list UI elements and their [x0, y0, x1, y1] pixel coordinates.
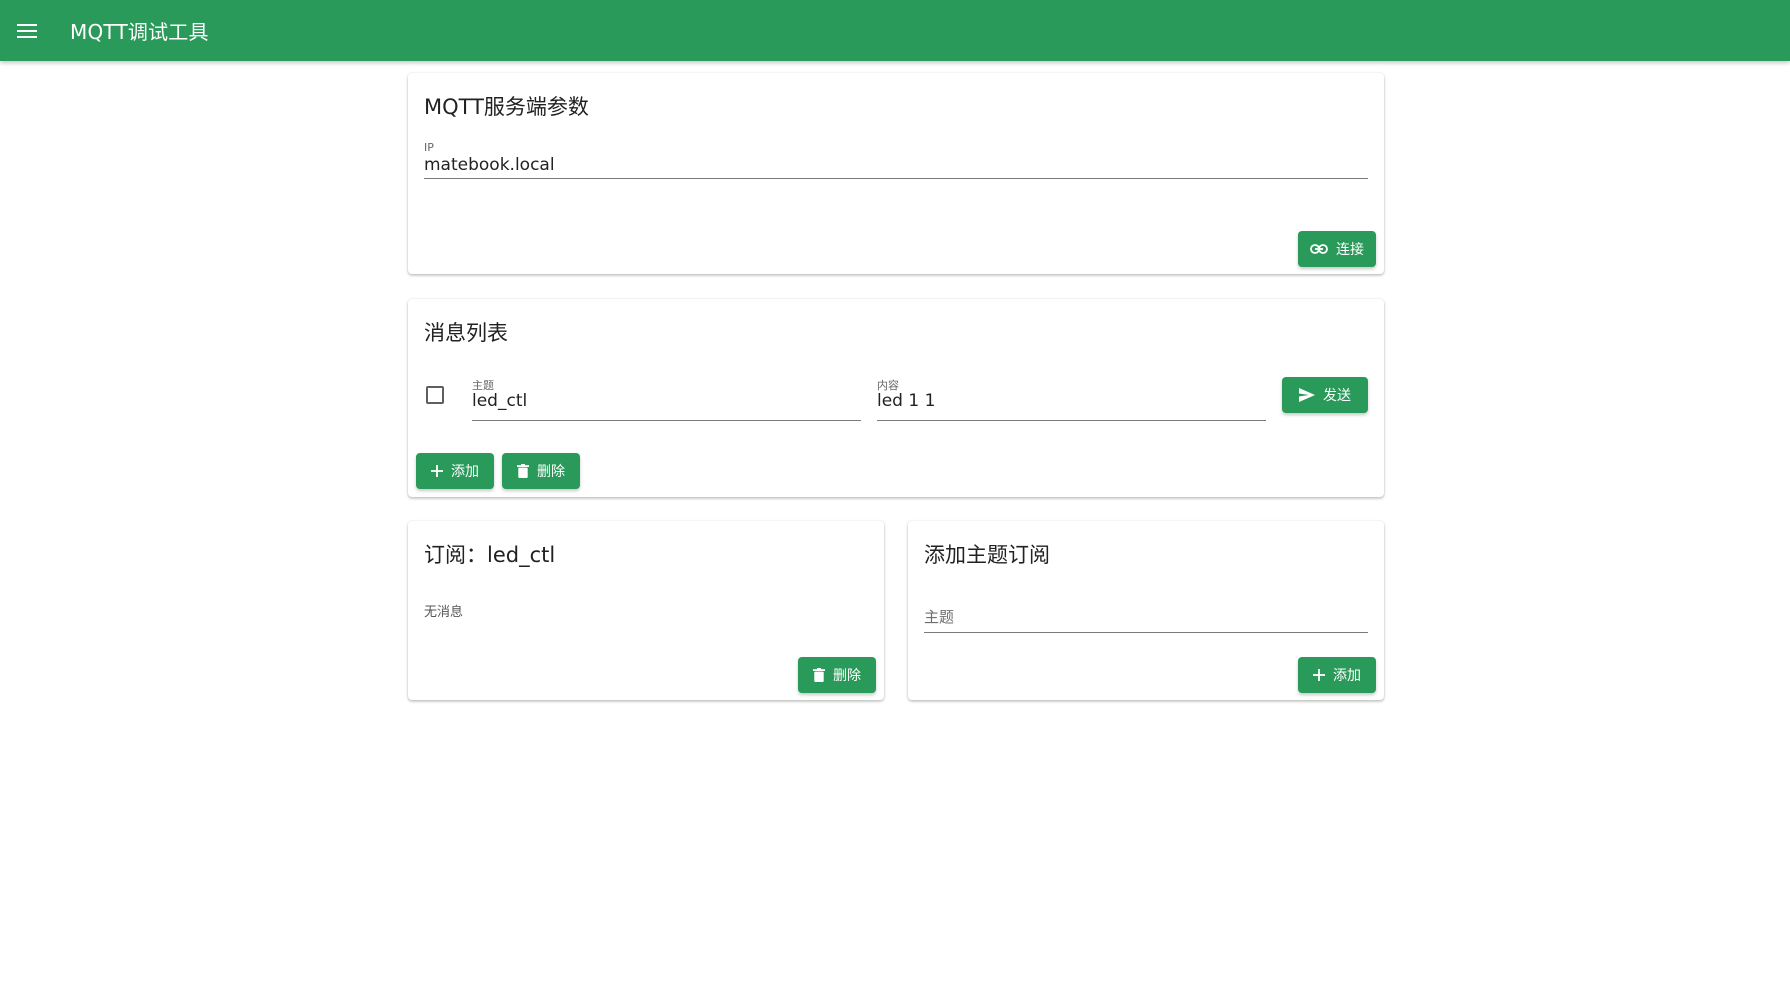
send-button[interactable]: 发送 — [1282, 377, 1368, 413]
message-list-title: 消息列表 — [424, 321, 508, 345]
subscription-card: 订阅：led_ctl 无消息 删除 — [408, 521, 884, 700]
message-row: 主题 led_ctl 内容 led 1 1 发送 — [408, 377, 1384, 421]
ip-label: IP — [424, 141, 434, 154]
plus-icon — [431, 465, 443, 477]
server-params-card: MQTT服务端参数 IP matebook.local 连接 — [408, 73, 1384, 274]
add-subscription-title: 添加主题订阅 — [924, 543, 1050, 567]
server-params-title: MQTT服务端参数 — [424, 95, 589, 119]
menu-button[interactable] — [14, 18, 40, 44]
add-subscription-label: 添加 — [1333, 668, 1361, 684]
topic-input[interactable]: led_ctl — [472, 391, 527, 411]
topic-field[interactable]: 主题 led_ctl — [472, 377, 861, 421]
add-subscription-card: 添加主题订阅 主题 添加 — [908, 521, 1384, 700]
trash-icon — [517, 464, 529, 478]
app-bar: MQTT调试工具 — [0, 0, 1790, 61]
subscribe-topic-underline — [924, 632, 1368, 633]
ip-field[interactable]: IP matebook.local — [424, 141, 1368, 179]
connect-label: 连接 — [1336, 242, 1364, 258]
add-message-button[interactable]: 添加 — [416, 453, 494, 489]
trash-icon — [813, 668, 825, 682]
delete-subscription-label: 删除 — [833, 668, 861, 684]
menu-icon — [17, 23, 37, 38]
plus-icon — [1313, 669, 1325, 681]
content-field[interactable]: 内容 led 1 1 — [877, 377, 1266, 421]
add-message-label: 添加 — [451, 464, 479, 480]
delete-message-button[interactable]: 删除 — [502, 453, 580, 489]
subscribe-topic-input[interactable]: 主题 — [924, 606, 954, 627]
delete-message-label: 删除 — [537, 464, 565, 480]
send-label: 发送 — [1323, 388, 1351, 404]
add-subscription-button[interactable]: 添加 — [1298, 657, 1376, 693]
delete-subscription-button[interactable]: 删除 — [798, 657, 876, 693]
app-title: MQTT调试工具 — [70, 20, 209, 44]
content-underline — [877, 420, 1266, 421]
ip-underline — [424, 178, 1368, 179]
link-icon — [1310, 244, 1328, 254]
message-row-checkbox[interactable] — [426, 386, 444, 404]
content-input[interactable]: led 1 1 — [877, 391, 935, 411]
ip-input[interactable]: matebook.local — [424, 155, 555, 175]
no-messages-text: 无消息 — [424, 605, 464, 620]
subscribe-topic-field[interactable]: 主题 — [924, 597, 1368, 633]
message-list-card: 消息列表 主题 led_ctl 内容 led 1 1 发送 添加 删除 — [408, 299, 1384, 497]
connect-button[interactable]: 连接 — [1298, 231, 1376, 267]
topic-underline — [472, 420, 861, 421]
subscription-title: 订阅：led_ctl — [424, 543, 556, 567]
send-icon — [1299, 388, 1315, 402]
